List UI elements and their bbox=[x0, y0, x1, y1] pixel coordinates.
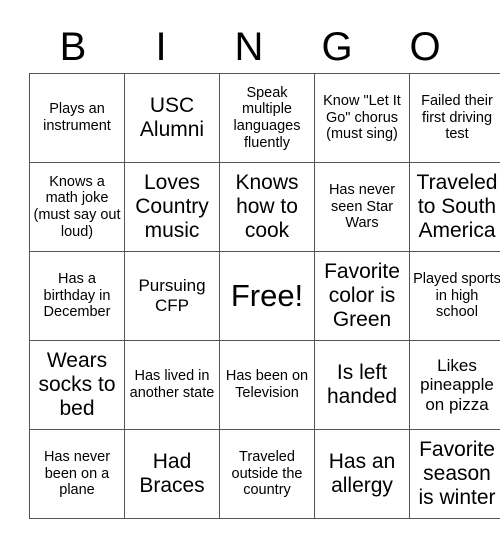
bingo-cell[interactable]: Has been on Television bbox=[219, 340, 315, 430]
bingo-cell[interactable]: Failed their first driving test bbox=[409, 73, 500, 163]
header-letter-b: B bbox=[59, 25, 87, 69]
bingo-row: Plays an instrument USC Alumni Speak multi… bbox=[29, 73, 500, 163]
bingo-cell[interactable]: Knows how to cook bbox=[219, 162, 315, 252]
bingo-cell[interactable]: Favorite season is winter bbox=[409, 429, 500, 519]
bingo-cell[interactable]: Traveled to South America bbox=[409, 162, 500, 252]
bingo-row: Knows a math joke (must say out loud) Lov… bbox=[29, 162, 500, 252]
header-letter-g: G bbox=[321, 25, 353, 69]
bingo-cell[interactable]: Speak multiple languages fluently bbox=[219, 73, 315, 163]
bingo-cell[interactable]: Has lived in another state bbox=[124, 340, 220, 430]
bingo-cell[interactable]: Has never been on a plane bbox=[29, 429, 125, 519]
bingo-cell[interactable]: Wears socks to bed bbox=[29, 340, 125, 430]
bingo-row: Wears socks to bed Has lived in another s… bbox=[29, 340, 500, 430]
bingo-cell[interactable]: Knows a math joke (must say out loud) bbox=[29, 162, 125, 252]
free-space-cell[interactable]: Free! bbox=[219, 251, 315, 341]
bingo-cell[interactable]: Played sports in high school bbox=[409, 251, 500, 341]
bingo-card-grid: Plays an instrument USC Alumni Speak multi… bbox=[29, 73, 500, 519]
header-letter-n: N bbox=[234, 25, 264, 69]
bingo-cell[interactable]: Loves Country music bbox=[124, 162, 220, 252]
bingo-cell[interactable]: Pursuing CFP bbox=[124, 251, 220, 341]
bingo-cell[interactable]: Has a birthday in December bbox=[29, 251, 125, 341]
bingo-cell[interactable]: USC Alumni bbox=[124, 73, 220, 163]
bingo-cell[interactable]: Favorite color is Green bbox=[314, 251, 410, 341]
bingo-row: Has a birthday in December Pursuing CFP Fr… bbox=[29, 251, 500, 341]
bingo-cell[interactable]: Traveled outside the country bbox=[219, 429, 315, 519]
bingo-cell[interactable]: Know "Let It Go" chorus (must sing) bbox=[314, 73, 410, 163]
bingo-cell[interactable]: Is left handed bbox=[314, 340, 410, 430]
header-letter-o: O bbox=[409, 25, 441, 69]
header-letter-i: I bbox=[155, 25, 167, 69]
bingo-cell[interactable]: Plays an instrument bbox=[29, 73, 125, 163]
bingo-row: Has never been on a plane Had Braces Trave… bbox=[29, 429, 500, 519]
bingo-cell[interactable]: Likes pineapple on pizza bbox=[409, 340, 500, 430]
bingo-cell[interactable]: Has an allergy bbox=[314, 429, 410, 519]
bingo-cell[interactable]: Has never seen Star Wars bbox=[314, 162, 410, 252]
bingo-header: B I N G O bbox=[29, 22, 470, 72]
bingo-cell[interactable]: Had Braces bbox=[124, 429, 220, 519]
